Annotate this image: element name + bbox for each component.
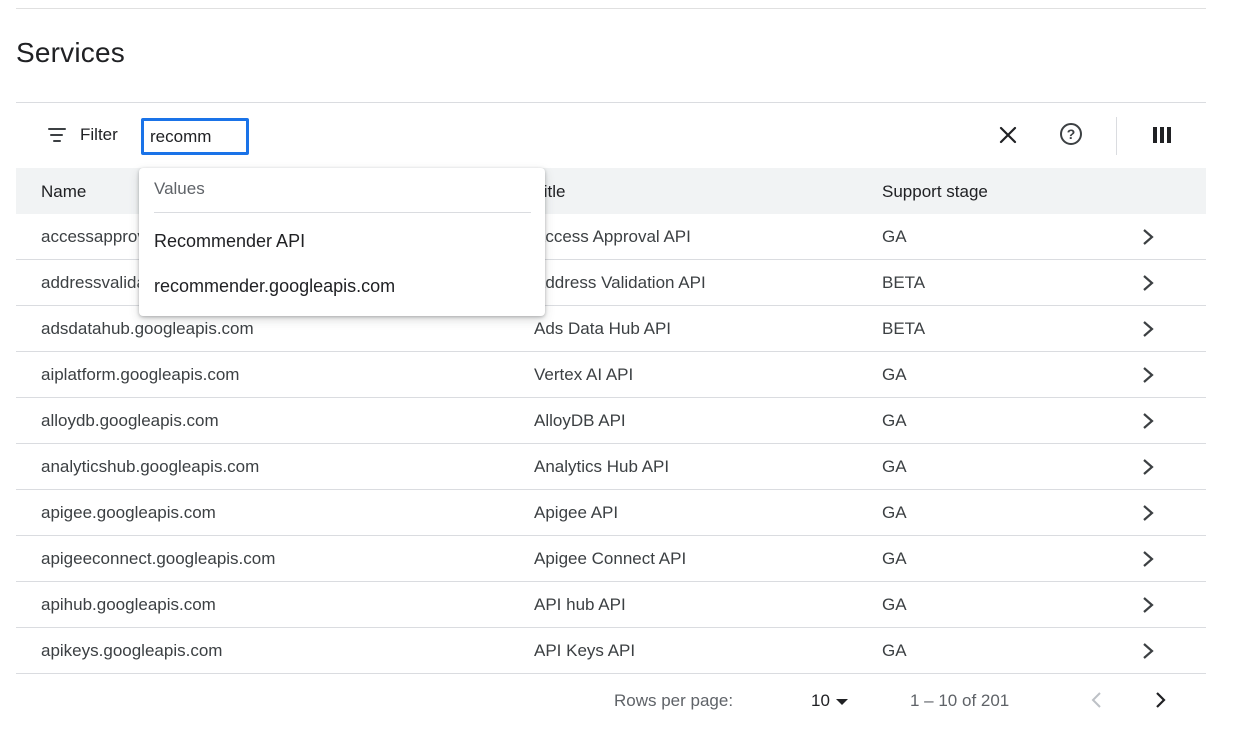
- table-row[interactable]: aiplatform.googleapis.com Vertex AI API GA: [16, 352, 1206, 398]
- cell-support-stage: BETA: [882, 319, 926, 338]
- table-row[interactable]: analyticshub.googleapis.com Analytics Hub…: [16, 444, 1206, 490]
- pagination-range: 1 – 10 of 201: [910, 691, 1010, 710]
- cell-title: Apigee Connect API: [534, 549, 687, 568]
- table-row[interactable]: apigeeconnect.googleapis.com Apigee Conne…: [16, 536, 1206, 582]
- suggestion-match: recomm: [154, 276, 220, 296]
- chevron-right-icon[interactable]: [1138, 226, 1158, 248]
- cell-support-stage: GA: [882, 227, 907, 246]
- suggestion-item[interactable]: Recommender API: [154, 231, 305, 252]
- cell-title: AlloyDB API: [534, 411, 626, 430]
- cell-title: Ads Data Hub API: [534, 319, 672, 338]
- chevron-right-icon[interactable]: [1138, 548, 1158, 570]
- cell-title: Apigee API: [534, 503, 619, 522]
- chevron-right-icon[interactable]: [1138, 318, 1158, 340]
- cell-name[interactable]: aiplatform.googleapis.com: [41, 365, 239, 385]
- cell-title: Vertex AI API: [534, 365, 634, 384]
- cell-name[interactable]: alloydb.googleapis.com: [41, 411, 219, 431]
- page-title: Services: [16, 37, 125, 68]
- rows-per-page-label: Rows per page:: [614, 691, 734, 710]
- services-page: Services Filter ? Name Title Support sta…: [0, 0, 1238, 740]
- cell-support-stage: GA: [882, 411, 907, 430]
- chevron-left-icon[interactable]: [1087, 688, 1107, 712]
- table-row[interactable]: alloydb.googleapis.com AlloyDB API GA: [16, 398, 1206, 444]
- cell-support-stage: GA: [882, 503, 907, 522]
- cell-name[interactable]: analyticshub.googleapis.com: [41, 457, 259, 477]
- cell-title: Address Validation API: [534, 273, 706, 292]
- cell-title: API hub API: [534, 595, 626, 614]
- rows-per-page-value: 10: [811, 691, 830, 710]
- cell-title: API Keys API: [534, 641, 636, 660]
- table-row[interactable]: apikeys.googleapis.com API Keys API GA: [16, 628, 1206, 674]
- chevron-right-icon[interactable]: [1150, 688, 1170, 712]
- suggestion-item[interactable]: recommender.googleapis.com: [154, 276, 395, 297]
- column-header-name[interactable]: Name: [41, 182, 86, 202]
- cell-title: Analytics Hub API: [534, 457, 670, 476]
- caret-down-icon: [835, 698, 848, 705]
- filter-suggestions-dropdown: Values Recommender API recommender.googl…: [139, 168, 545, 316]
- cell-title: Access Approval API: [534, 227, 691, 246]
- cell-support-stage: GA: [882, 641, 907, 660]
- suggestions-divider: [154, 212, 531, 213]
- cell-support-stage: GA: [882, 457, 907, 476]
- filter-input[interactable]: [141, 118, 249, 155]
- filter-label: Filter: [80, 125, 118, 144]
- chevron-right-icon[interactable]: [1138, 364, 1158, 386]
- column-header-support-stage[interactable]: Support stage: [882, 182, 988, 202]
- cell-name[interactable]: apigeeconnect.googleapis.com: [41, 549, 275, 569]
- suggestion-match: Recomm: [154, 231, 227, 251]
- chevron-right-icon[interactable]: [1138, 594, 1158, 616]
- column-display-icon[interactable]: [1153, 127, 1171, 143]
- cell-name[interactable]: adsdatahub.googleapis.com: [41, 319, 254, 339]
- suggestions-header: Values: [154, 179, 205, 198]
- cell-support-stage: GA: [882, 595, 907, 614]
- suggestion-rest: ender.googleapis.com: [219, 276, 396, 296]
- filter-icon[interactable]: [48, 128, 66, 142]
- top-divider: [16, 8, 1206, 9]
- pagination-bar: Rows per page: 10 1 – 10 of 201: [0, 676, 1238, 726]
- table-row[interactable]: apihub.googleapis.com API hub API GA: [16, 582, 1206, 628]
- cell-support-stage: GA: [882, 365, 907, 384]
- table-row[interactable]: apigee.googleapis.com Apigee API GA: [16, 490, 1206, 536]
- cell-name[interactable]: apigee.googleapis.com: [41, 503, 216, 523]
- chevron-right-icon[interactable]: [1138, 410, 1158, 432]
- help-icon[interactable]: ?: [1060, 123, 1082, 145]
- rows-per-page-select[interactable]: 10: [811, 691, 848, 711]
- cell-name[interactable]: apihub.googleapis.com: [41, 595, 216, 615]
- chevron-right-icon[interactable]: [1138, 456, 1158, 478]
- cell-name[interactable]: apikeys.googleapis.com: [41, 641, 222, 661]
- cell-support-stage: BETA: [882, 273, 926, 292]
- chevron-right-icon[interactable]: [1138, 502, 1158, 524]
- filter-bar: Filter ?: [16, 103, 1206, 168]
- chevron-right-icon[interactable]: [1138, 272, 1158, 294]
- toolbar-separator: [1116, 117, 1117, 155]
- cell-support-stage: GA: [882, 549, 907, 568]
- chevron-right-icon[interactable]: [1138, 640, 1158, 662]
- close-icon[interactable]: [996, 123, 1020, 147]
- suggestion-rest: ender API: [226, 231, 306, 251]
